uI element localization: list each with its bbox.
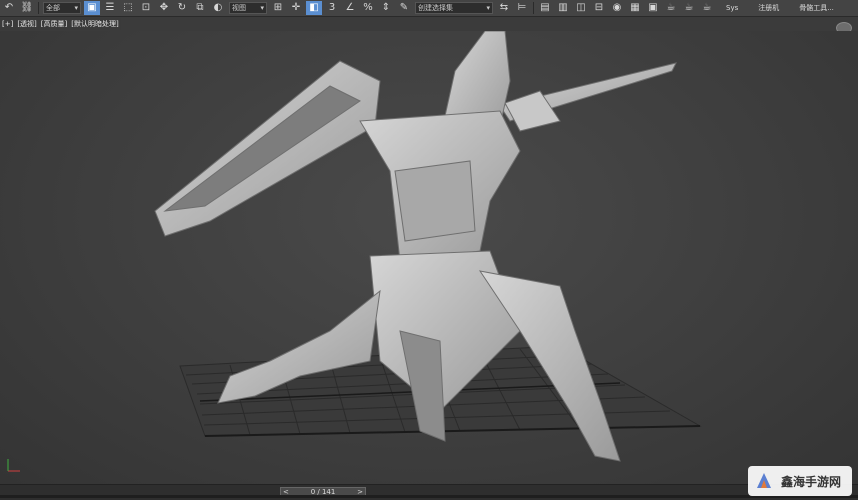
align-icon[interactable]: ⊨ xyxy=(514,1,530,15)
axis-tripod xyxy=(7,459,20,472)
chevron-down-icon: ▾ xyxy=(74,4,78,12)
percent-snap-icon[interactable]: % xyxy=(360,1,376,15)
rendered-frame-icon[interactable]: ▣ xyxy=(645,1,661,15)
viewport-label-bar: [+] [透视] [高质量] [默认明暗处理] xyxy=(0,18,121,30)
toolbar-text-bone-tools[interactable]: 骨骼工具... xyxy=(799,3,834,13)
toolbar-divider xyxy=(533,2,534,14)
placement-icon[interactable]: ◐ xyxy=(210,1,226,15)
viewport-plus-menu[interactable]: [+] xyxy=(0,20,15,28)
angle-snap-icon[interactable]: ∠ xyxy=(342,1,358,15)
timeline-track[interactable] xyxy=(0,495,858,498)
move-icon[interactable]: ✥ xyxy=(156,1,172,15)
scale-icon[interactable]: ⧉ xyxy=(192,1,208,15)
toolbar-text-sys[interactable]: Sys xyxy=(726,4,738,12)
toolbar-text-register[interactable]: 注册机 xyxy=(758,3,779,13)
edit-named-selection-icon[interactable]: ✎ xyxy=(396,1,412,15)
chevron-down-icon: ▾ xyxy=(486,4,490,12)
select-by-name-button[interactable]: ☰ xyxy=(102,1,118,15)
watermark-badge: 鑫海手游网 xyxy=(748,466,852,496)
viewport-quality-menu[interactable]: [高质量] xyxy=(39,19,69,29)
spinner-snap-icon[interactable]: ⇕ xyxy=(378,1,394,15)
reference-coord-value: 视图 xyxy=(232,4,246,12)
schematic-view-icon[interactable]: ⊟ xyxy=(591,1,607,15)
select-manipulate-icon[interactable]: ✛ xyxy=(288,1,304,15)
layer-explorer-icon[interactable]: ▤ xyxy=(537,1,553,15)
link-icon[interactable]: ⛓ xyxy=(19,1,35,15)
curve-editor-icon[interactable]: ◫ xyxy=(573,1,589,15)
undo-icon[interactable]: ↶ xyxy=(1,1,17,15)
render-active-icon[interactable]: ☕ xyxy=(699,1,715,15)
reference-coord-dropdown[interactable]: 视图 ▾ xyxy=(229,2,267,14)
snaps-toggle-label: 3 xyxy=(328,2,336,13)
toolbar-divider xyxy=(38,2,39,14)
named-selection-dropdown[interactable]: 创建选择集 ▾ xyxy=(415,2,493,14)
keyboard-shortcut-override-button[interactable]: ◧ xyxy=(306,1,322,15)
chevron-down-icon: ▾ xyxy=(260,4,264,12)
main-toolbar: ↶ ⛓ 全部 ▾ ▣ ☰ ⬚ ⊡ ✥ ↻ ⧉ ◐ 视图 ▾ ⊞ ✛ ◧ 3 ∠ % … xyxy=(0,0,858,17)
named-selection-value: 创建选择集 xyxy=(418,4,453,12)
selection-filter-value: 全部 xyxy=(46,4,60,12)
rotate-icon[interactable]: ↻ xyxy=(174,1,190,15)
viewport-shading-menu[interactable]: [默认明暗处理] xyxy=(69,19,120,29)
perspective-viewport[interactable] xyxy=(0,31,858,484)
toggle-ribbon-icon[interactable]: ▥ xyxy=(555,1,571,15)
pivot-center-icon[interactable]: ⊞ xyxy=(270,1,286,15)
select-object-button[interactable]: ▣ xyxy=(84,1,100,15)
selection-filter-dropdown[interactable]: 全部 ▾ xyxy=(43,2,81,14)
snaps-toggle-button[interactable]: 3 xyxy=(324,1,340,15)
render-teapot-icon[interactable]: ☕ xyxy=(663,1,679,15)
time-slider-bar: < 0 / 141 > xyxy=(0,484,858,500)
mirror-icon[interactable]: ⇆ xyxy=(496,1,512,15)
render-setup-icon[interactable]: ▦ xyxy=(627,1,643,15)
material-editor-icon[interactable]: ◉ xyxy=(609,1,625,15)
watermark-text: 鑫海手游网 xyxy=(781,474,842,489)
rect-selection-button[interactable]: ⬚ xyxy=(120,1,136,15)
watermark-logo-icon xyxy=(757,473,771,488)
viewport-pov-menu[interactable]: [透视] xyxy=(15,19,38,29)
window-crossing-button[interactable]: ⊡ xyxy=(138,1,154,15)
character-model[interactable] xyxy=(154,31,677,462)
render-iterative-icon[interactable]: ☕ xyxy=(681,1,697,15)
viewport-scene xyxy=(7,31,702,472)
